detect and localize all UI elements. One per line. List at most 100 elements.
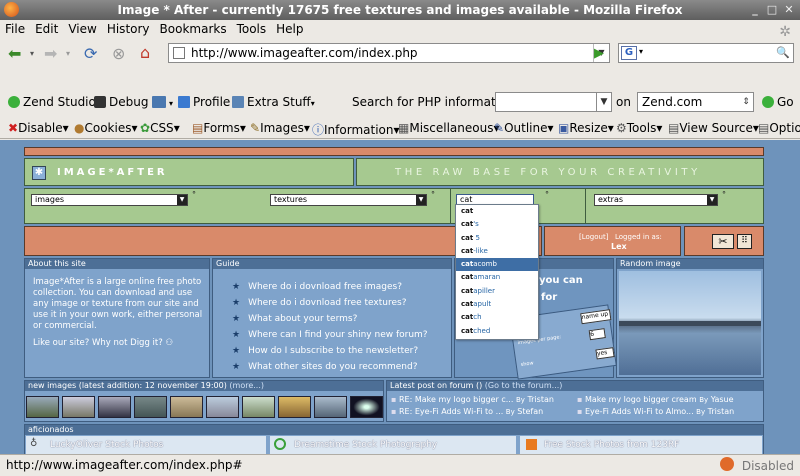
forum-post[interactable]: ▪ Eye-Fi Adds Wi-Fi to Almo... By Trista… (577, 407, 734, 416)
autocomplete-option[interactable]: catacomb (456, 258, 538, 272)
autocomplete-option[interactable]: catapiller (456, 285, 538, 298)
guide-item[interactable]: ★ Where do i dovnload free textures? (232, 298, 406, 308)
thumbnail[interactable] (350, 396, 383, 418)
thumbnail[interactable] (206, 396, 239, 418)
extra-stuff-icon (232, 96, 244, 108)
guide-item[interactable]: ★ What other sites do you recommend? (232, 362, 417, 372)
forum-link[interactable]: (Go to the forum...) (485, 381, 563, 390)
extras-select[interactable]: extras ▼ (594, 194, 718, 206)
logo-box[interactable]: ✱ IMAGE*AFTER (24, 158, 354, 186)
autocomplete-option[interactable]: cat's (456, 218, 538, 231)
zend-studio-button[interactable]: Zend Studio (8, 95, 96, 109)
webdev-toolbar: ✖Disable▾ ●Cookies▾ ✿CSS▾ ▤Forms▾ ✎Image… (0, 117, 800, 139)
zend-window-button[interactable]: ▾ (152, 95, 173, 109)
cookies-menu[interactable]: ●Cookies▾ (74, 121, 138, 135)
grid-icon[interactable]: ⠿ (737, 234, 752, 249)
tools-menu[interactable]: ⚙Tools▾ (616, 121, 662, 135)
thumbnail[interactable] (278, 396, 311, 418)
sponsor-box[interactable]: Free Stock Photos from 123RF (520, 436, 762, 454)
back-dropdown-icon[interactable]: ▾ (30, 44, 34, 64)
maximize-icon[interactable]: □ (765, 3, 779, 17)
sponsor-box[interactable]: ♁ LuckyOliver Stock Photos (26, 436, 266, 454)
go-arrow-icon[interactable]: ▶ (594, 46, 604, 61)
stop-icon[interactable]: ⊗ (112, 44, 125, 64)
engine-dropdown-icon[interactable]: ▾ (639, 47, 643, 56)
close-icon[interactable]: ✕ (782, 3, 796, 17)
disable-menu[interactable]: ✖Disable▾ (8, 121, 69, 135)
php-search-label: Search for PHP information: (352, 95, 518, 109)
addon-icon[interactable] (720, 457, 734, 471)
autocomplete-option[interactable]: catched (456, 325, 538, 338)
logout-link[interactable]: [Logout] (579, 233, 608, 241)
thumbnail[interactable] (170, 396, 203, 418)
autocomplete-option[interactable]: cat (456, 205, 538, 218)
random-image[interactable] (619, 271, 761, 375)
url-bar[interactable]: http://www.imageafter.com/index.php ▼ (168, 43, 610, 63)
google-icon[interactable]: G (621, 46, 637, 60)
search-bar[interactable]: G ▾ 🔍 (618, 43, 794, 63)
menu-edit[interactable]: Edit (30, 20, 63, 39)
zend-go-button[interactable]: Go (762, 95, 794, 109)
forum-post[interactable]: ▪ RE: Eye-Fi Adds Wi-Fi to ... By Stefan (391, 407, 543, 416)
forms-menu[interactable]: ▤Forms▾ (192, 121, 246, 135)
menu-history[interactable]: History (102, 20, 155, 39)
thumbnail[interactable] (134, 396, 167, 418)
forum-post[interactable]: ▪ Make my logo bigger cream By Yasue (577, 395, 734, 404)
more-link[interactable]: (more...) (229, 381, 264, 390)
view-source-menu[interactable]: ▤View Source▾ (668, 121, 759, 135)
back-icon[interactable]: ⬅ (8, 44, 21, 64)
search-icon[interactable]: 🔍 (776, 46, 790, 59)
outline-menu[interactable]: ✎Outline▾ (494, 121, 554, 135)
home-icon[interactable]: ⌂ (140, 43, 150, 63)
minimize-icon[interactable]: _ (748, 3, 762, 17)
extra-stuff-button[interactable]: Extra Stuff▾ (232, 95, 315, 109)
forum-post[interactable]: ▪ RE: Make my logo bigger c... By Trista… (391, 395, 554, 404)
resize-menu[interactable]: ▣Resize▾ (558, 121, 614, 135)
guide-item[interactable]: ★ Where can I find your shiny new forum? (232, 330, 428, 340)
scissors-icon[interactable]: ✂ (712, 234, 734, 249)
menu-view[interactable]: View (63, 20, 101, 39)
forward-icon[interactable]: ➡ (44, 44, 57, 64)
per-page-input[interactable]: 6 (588, 328, 606, 341)
options-menu[interactable]: ▤Option (758, 121, 800, 135)
menu-bookmarks[interactable]: Bookmarks (155, 20, 232, 39)
autocomplete-option[interactable]: cat 5 (456, 232, 538, 245)
images-select[interactable]: images ▼ (31, 194, 188, 206)
guide-item[interactable]: ★ Where do i dovnload free images? (232, 282, 402, 292)
profile-button[interactable]: Profile (178, 95, 230, 109)
menu-tools[interactable]: Tools (232, 20, 272, 39)
name-up-select[interactable]: name up (580, 309, 612, 325)
miscellaneous-menu[interactable]: ▦Miscellaneous▾ (398, 121, 500, 135)
menu-help[interactable]: Help (271, 20, 308, 39)
images-menu[interactable]: ✎Images▾ (250, 121, 310, 135)
star-icon: ★ (232, 314, 241, 324)
debug-button[interactable]: Debug (94, 95, 148, 109)
textures-select[interactable]: textures ▼ (270, 194, 427, 206)
autocomplete-option[interactable]: catch (456, 311, 538, 324)
information-menu[interactable]: ⓘInformation▾ (312, 121, 400, 138)
updown-icon: ⇕ (742, 97, 750, 107)
thumbnail[interactable] (26, 396, 59, 418)
123rf-icon (526, 439, 537, 450)
yes-select[interactable]: yes (595, 347, 615, 360)
php-search-dropdown[interactable]: ▼ (596, 92, 612, 112)
autocomplete-option[interactable]: catapult (456, 298, 538, 311)
thumbnail[interactable] (242, 396, 275, 418)
css-menu[interactable]: ✿CSS▾ (140, 121, 180, 135)
guide-item[interactable]: ★ What about your terms? (232, 314, 357, 324)
thumbnail[interactable] (62, 396, 95, 418)
autocomplete-option[interactable]: catamaran (456, 271, 538, 284)
menu-file[interactable]: File (0, 20, 30, 39)
engine-select[interactable]: Zend.com ⇕ (637, 92, 754, 112)
thumbnail[interactable] (98, 396, 131, 418)
forward-dropdown-icon[interactable]: ▾ (66, 44, 70, 64)
thumbnail[interactable] (314, 396, 347, 418)
php-search-input[interactable] (495, 92, 610, 112)
sponsor-box[interactable]: Dreamstime Stock Photography (270, 436, 516, 454)
digg-link[interactable]: Like our site? Why not Digg it? ⚇ (25, 332, 209, 348)
guide-item[interactable]: ★ How do I subscribe to the newsletter? (232, 346, 418, 356)
chevron-down-icon: ▼ (600, 97, 608, 107)
forum-panel: Latest post on forum () (Go to the forum… (386, 380, 764, 422)
reload-icon[interactable]: ⟳ (84, 44, 97, 64)
autocomplete-option[interactable]: cat-like (456, 245, 538, 258)
